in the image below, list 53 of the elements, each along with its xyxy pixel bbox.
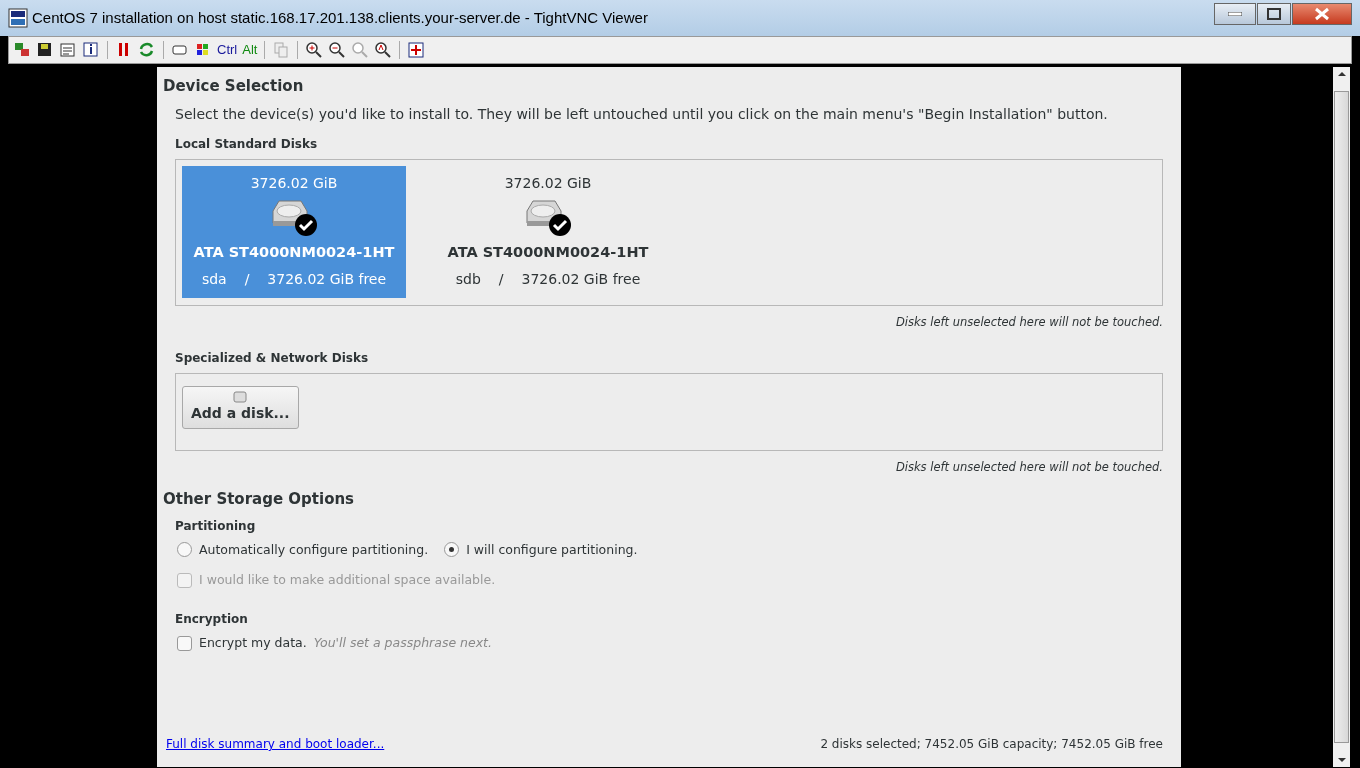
section-label: Specialized & Network Disks — [175, 349, 370, 367]
separator-text: / — [244, 269, 250, 289]
maximize-button[interactable] — [1257, 3, 1291, 25]
checked-disk-icon — [269, 199, 319, 238]
section-label: Encryption — [175, 611, 249, 628]
close-icon — [1314, 7, 1330, 21]
checkbox-label: Encrypt my data. — [199, 634, 307, 652]
instruction-text: Select the device(s) you'd like to install to. They will be left untouched until you click on the main menu's "Begin Installation" button. — [175, 104, 1109, 124]
fullscreen-icon[interactable] — [407, 41, 426, 59]
add-disk-button[interactable]: Add a disk... — [182, 385, 299, 429]
radio-label: Automatically configure partitioning. — [199, 540, 429, 559]
encrypt-checkbox[interactable] — [177, 635, 192, 651]
minimize-button[interactable] — [1214, 3, 1256, 25]
hint-text: You'll set a passphrase next. — [313, 634, 492, 652]
alt-key-button[interactable]: Alt — [242, 40, 258, 60]
disk-model: ATA ST4000NM0024-1HT — [193, 243, 395, 263]
checkbox-label: I would like to make additional space available. — [199, 571, 496, 590]
disk-size: 3726.02 GiB — [250, 174, 338, 194]
radio-button[interactable] — [177, 542, 192, 558]
storage-summary: 2 disks selected; 7452.05 GiB capacity; 7452.05 GiB free — [820, 736, 1163, 753]
connection-icon[interactable] — [13, 41, 31, 59]
section-label: Partitioning — [175, 517, 257, 535]
disk-model: ATA ST4000NM0024-1HT — [447, 243, 649, 263]
app-icon — [8, 8, 28, 28]
disk-device-name: sdb — [455, 269, 481, 289]
disk-device-name: sda — [201, 269, 227, 289]
disk-summary-link[interactable]: Full disk summary and boot loader... — [166, 735, 385, 753]
close-button[interactable] — [1292, 3, 1352, 25]
section-title: Device Selection — [163, 76, 305, 97]
disk-tile[interactable]: 3726.02 GiB ATA ST4000NM0024-1HT sdb / 3726.02 GiB free — [436, 165, 660, 298]
scrollbar-thumb[interactable] — [1334, 91, 1349, 743]
window-title: CentOS 7 installation on host static.168.17.201.138.clients.your-server.de - TightVNC Viewer — [32, 7, 648, 28]
save-icon[interactable] — [36, 41, 54, 59]
options-icon[interactable] — [59, 41, 77, 59]
zoom-out-icon[interactable] — [328, 41, 347, 59]
radio-button[interactable] — [444, 542, 460, 558]
minimize-icon — [1228, 12, 1242, 16]
separator-text: / — [498, 269, 504, 289]
section-label: Local Standard Disks — [175, 135, 319, 153]
note-text: Disks left unselected here will not be touched. — [894, 313, 1163, 331]
zoom-in-icon[interactable] — [305, 41, 324, 59]
checked-disk-icon — [523, 199, 573, 238]
radio-label: I will configure partitioning. — [466, 540, 638, 559]
disk-free-space: 3726.02 GiB free — [521, 269, 641, 289]
disk-free-space: 3726.02 GiB free — [267, 269, 387, 289]
disk-size: 3726.02 GiB — [504, 174, 592, 194]
maximize-icon — [1267, 8, 1281, 20]
zoom-auto-icon[interactable] — [374, 41, 393, 59]
section-title: Other Storage Options — [163, 489, 356, 510]
note-text: Disks left unselected here will not be touched. — [894, 458, 1163, 476]
refresh-icon[interactable] — [138, 41, 156, 59]
ctrl-key-button[interactable]: Ctrl — [217, 40, 238, 60]
info-icon[interactable] — [82, 41, 100, 59]
